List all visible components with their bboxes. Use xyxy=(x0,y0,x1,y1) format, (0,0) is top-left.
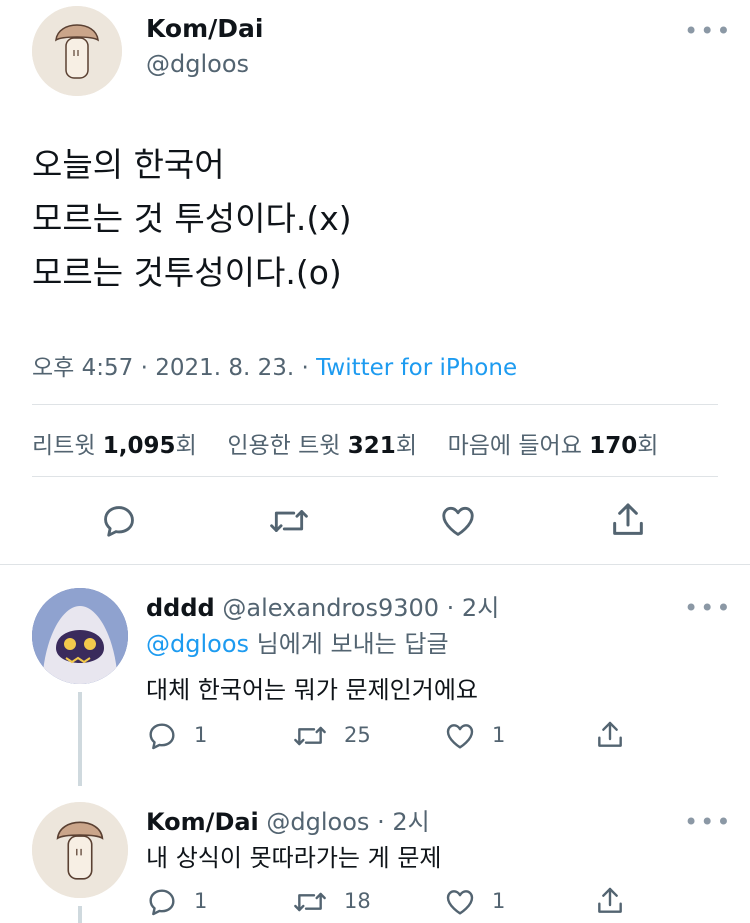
retweets-unit: 회 xyxy=(175,433,197,459)
replying-to-handle[interactable]: @dgloos xyxy=(146,630,249,658)
tweet-line: 오늘의 한국어 xyxy=(32,145,225,184)
retweets-stat[interactable]: 리트윗 1,095회 xyxy=(32,433,197,459)
divider xyxy=(32,404,718,405)
likes-stat[interactable]: 마음에 들어요 170회 xyxy=(448,433,659,459)
retweets-label: 리트윗 xyxy=(32,433,103,459)
reply-icon[interactable] xyxy=(146,886,178,918)
section-divider xyxy=(0,564,750,565)
like-count: 1 xyxy=(492,723,506,747)
reply-handle[interactable]: @alexandros9300 xyxy=(222,594,439,622)
quotes-unit: 회 xyxy=(395,433,417,459)
tweet-line: 모르는 것 투성이다.(x) xyxy=(32,199,352,238)
retweet-count: 25 xyxy=(344,723,371,747)
like-icon[interactable] xyxy=(444,720,476,752)
tweet-line: 모르는 것투성이다.(o) xyxy=(32,253,342,292)
reply-count: 1 xyxy=(194,889,208,913)
like-icon[interactable] xyxy=(444,886,476,918)
thread-line xyxy=(78,692,82,786)
tweet-source-link[interactable]: Twitter for iPhone xyxy=(316,355,517,381)
tweet-stats: 리트윗 1,095회 인용한 트윗 321회 마음에 들어요 170회 xyxy=(32,426,658,460)
avatar-kom-dai[interactable] xyxy=(32,6,122,96)
quotes-count: 321 xyxy=(347,433,396,459)
more-options-icon[interactable]: ••• xyxy=(684,596,732,620)
reply-header: Kom/Dai @dgloos · 2시 xyxy=(146,802,430,837)
tweet-timestamp-row: 오후 4:57 · 2021. 8. 23. · Twitter for iPh… xyxy=(32,348,517,382)
replying-to-suffix: 님에게 보내는 답글 xyxy=(249,630,449,658)
share-icon[interactable] xyxy=(608,500,648,540)
more-options-icon[interactable]: ••• xyxy=(684,19,732,43)
reply-text: 대체 한국어는 뭐가 문제인거에요 xyxy=(146,676,479,704)
likes-label: 마음에 들어요 xyxy=(447,433,590,459)
quotes-label: 인용한 트윗 xyxy=(227,433,348,459)
tweet-timestamp[interactable]: 오후 4:57 · 2021. 8. 23. · xyxy=(32,355,316,381)
like-count: 1 xyxy=(492,889,506,913)
reply-time[interactable]: · 2시 xyxy=(369,808,430,836)
thread-line xyxy=(78,906,82,923)
likes-unit: 회 xyxy=(637,433,659,459)
retweet-icon[interactable] xyxy=(268,502,310,540)
reply-display-name[interactable]: dddd xyxy=(146,594,215,622)
share-icon[interactable] xyxy=(594,718,626,752)
quotes-stat[interactable]: 인용한 트윗 321회 xyxy=(227,433,417,459)
reply-handle[interactable]: @dgloos xyxy=(266,808,369,836)
reply-header: dddd @alexandros9300 · 2시 xyxy=(146,588,499,623)
divider xyxy=(32,476,718,477)
like-icon[interactable] xyxy=(438,502,478,540)
reply-count: 1 xyxy=(194,723,208,747)
author-handle[interactable]: @dgloos xyxy=(146,50,249,78)
more-options-icon[interactable]: ••• xyxy=(684,810,732,834)
avatar-image xyxy=(32,6,122,96)
likes-count: 170 xyxy=(589,433,638,459)
retweet-icon[interactable] xyxy=(292,886,328,918)
retweet-count: 18 xyxy=(344,889,371,913)
reply-text: 내 상식이 못따라가는 게 문제 xyxy=(146,844,442,872)
reply-display-name[interactable]: Kom/Dai xyxy=(146,808,259,836)
share-icon[interactable] xyxy=(594,884,626,918)
avatar-image xyxy=(32,802,128,898)
replying-to: @dgloos 님에게 보내는 답글 xyxy=(146,624,449,659)
reply-icon[interactable] xyxy=(100,502,138,540)
tweet-text: 오늘의 한국어 모르는 것 투성이다.(x) 모르는 것투성이다.(o) xyxy=(32,138,352,300)
author-display-name[interactable]: Kom/Dai xyxy=(146,14,263,43)
reply-icon[interactable] xyxy=(146,720,178,752)
avatar-kom-dai[interactable] xyxy=(32,802,128,898)
retweets-count: 1,095 xyxy=(102,433,176,459)
avatar-image xyxy=(32,588,128,684)
avatar-dddd[interactable] xyxy=(32,588,128,684)
retweet-icon[interactable] xyxy=(292,720,328,752)
reply-time[interactable]: · 2시 xyxy=(439,594,500,622)
